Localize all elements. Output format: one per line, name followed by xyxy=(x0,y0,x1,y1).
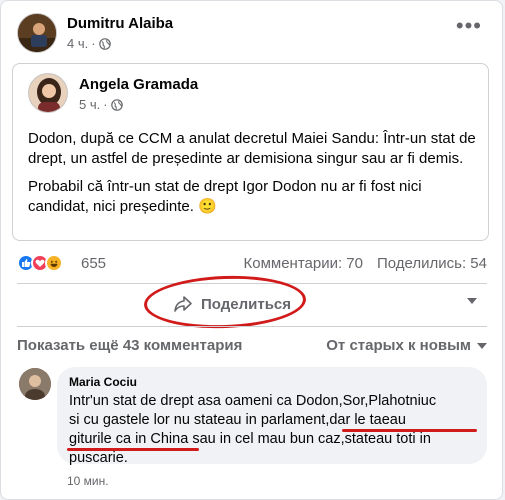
globe-icon xyxy=(98,37,111,50)
comment-line: giturile ca in China sau in cel mau bun … xyxy=(69,431,431,447)
annotation-underline xyxy=(342,429,477,432)
comment-line: puscarie. xyxy=(69,450,128,466)
shared-post[interactable]: Angela Gramada 5 ч. · Dodon, după ce CCM… xyxy=(12,63,489,241)
post-stats: 655 Комментарии: 70 Поделились: 54 xyxy=(17,253,487,275)
share-button[interactable]: Поделиться xyxy=(167,288,297,320)
shared-paragraph: Dodon, după ce CCM a anulat decretul Mai… xyxy=(28,130,476,167)
haha-icon xyxy=(45,254,63,272)
comments-count[interactable]: Комментарии: 70 xyxy=(244,255,364,272)
author-name[interactable]: Dumitru Alaiba xyxy=(67,15,173,32)
reaction-icons[interactable] xyxy=(17,254,63,272)
comment-line: si cu gastele lor nu stateau in parlamen… xyxy=(69,412,406,428)
comment-bubble: Maria Cociu Intr'un stat de drept asa oa… xyxy=(57,367,487,466)
post-time[interactable]: 4 ч. xyxy=(67,36,88,51)
shared-post-text: Dodon, după ce CCM a anulat decretul Mai… xyxy=(28,129,478,225)
reactions-count[interactable]: 655 xyxy=(81,255,106,272)
divider xyxy=(17,326,487,327)
comment-line: Intr'un stat de drept asa oameni ca Dodo… xyxy=(69,393,437,409)
globe-icon xyxy=(110,98,123,111)
comment-time[interactable]: 10 мин. xyxy=(67,474,109,488)
shares-count[interactable]: Поделились: 54 xyxy=(377,255,487,272)
sort-label: От старых к новым xyxy=(326,337,471,354)
commenter-avatar[interactable] xyxy=(19,368,51,400)
comment-sort-dropdown[interactable]: От старых к новым xyxy=(326,337,487,354)
post-card: Dumitru Alaiba 4 ч. · ••• Angela Gramada… xyxy=(0,0,503,500)
shared-post-time[interactable]: 5 ч. xyxy=(79,97,100,112)
shared-author-avatar[interactable] xyxy=(28,73,68,113)
divider xyxy=(17,283,487,284)
more-options-icon[interactable]: ••• xyxy=(456,15,482,37)
comment-author[interactable]: Maria Cociu xyxy=(69,375,475,389)
share-arrow-icon xyxy=(174,296,192,312)
chevron-down-icon[interactable] xyxy=(467,298,477,304)
share-label: Поделиться xyxy=(200,295,292,313)
shared-post-meta: 5 ч. · xyxy=(79,97,123,112)
action-bar: Поделиться xyxy=(17,286,487,322)
shared-author-name[interactable]: Angela Gramada xyxy=(79,76,198,93)
author-avatar[interactable] xyxy=(17,13,57,53)
chevron-down-icon xyxy=(477,342,487,349)
shared-paragraph: Probabil că într-un stat de drept Igor D… xyxy=(28,178,422,215)
comment-text: Intr'un stat de drept asa oameni ca Dodo… xyxy=(67,392,477,468)
post-meta: 4 ч. · xyxy=(67,36,111,51)
annotation-underline xyxy=(67,448,199,451)
show-more-comments-link[interactable]: Показать ещё 43 комментария xyxy=(17,337,242,354)
post-header: Dumitru Alaiba 4 ч. · ••• xyxy=(17,13,492,55)
comments-bar: Показать ещё 43 комментария От старых к … xyxy=(17,337,487,357)
